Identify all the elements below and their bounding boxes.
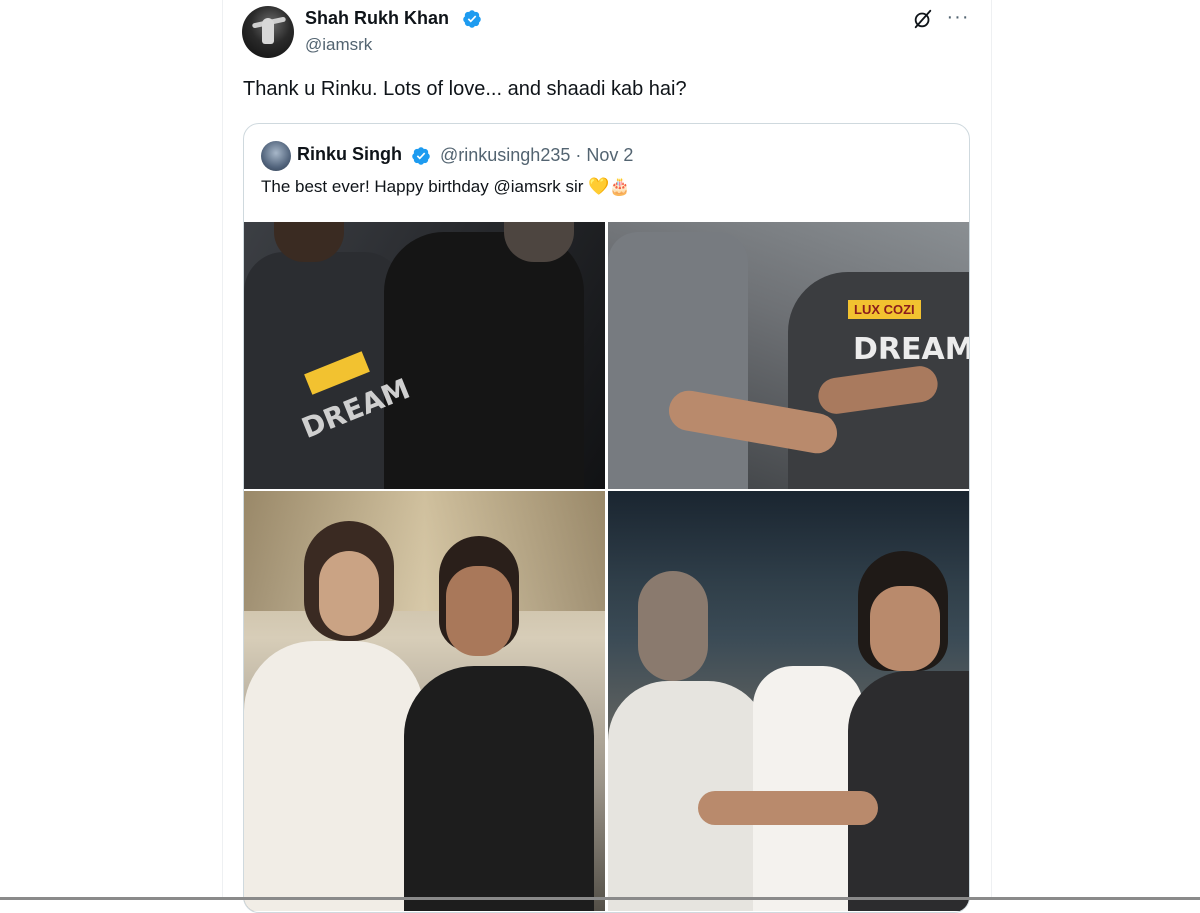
photo-4[interactable] <box>608 491 969 911</box>
quoted-author-avatar[interactable] <box>261 141 291 171</box>
quoted-tweet-text: The best ever! Happy birthday @iamsrk si… <box>261 177 631 197</box>
quoted-tweet-text-body: The best ever! Happy birthday @iamsrk si… <box>261 177 584 196</box>
grok-icon[interactable] <box>912 8 934 30</box>
quoted-tweet[interactable]: Rinku Singh @rinkusingh235 · Nov 2 The b… <box>243 123 970 913</box>
photo-3[interactable] <box>244 491 605 911</box>
tweet-text: Thank u Rinku. Lots of love... and shaad… <box>243 78 687 100</box>
verified-badge-icon <box>412 147 430 165</box>
quoted-author-name[interactable]: Rinku Singh <box>297 144 402 165</box>
jersey-text: DREAM <box>853 332 970 367</box>
photo-2[interactable]: LUX COZI DREAM <box>608 222 970 489</box>
author-avatar[interactable] <box>242 6 294 58</box>
sponsor-badge: LUX COZI <box>848 300 921 319</box>
photo-1[interactable]: DREAM <box>244 222 605 489</box>
more-icon[interactable]: ··· <box>946 6 970 28</box>
quoted-author-handle-and-date[interactable]: @rinkusingh235 · Nov 2 <box>440 145 633 166</box>
author-handle[interactable]: @iamsrk <box>305 35 372 55</box>
author-name[interactable]: Shah Rukh Khan <box>305 8 449 29</box>
verified-badge-icon <box>463 10 481 28</box>
emoji-heart-cake: 💛🎂 <box>588 177 631 196</box>
